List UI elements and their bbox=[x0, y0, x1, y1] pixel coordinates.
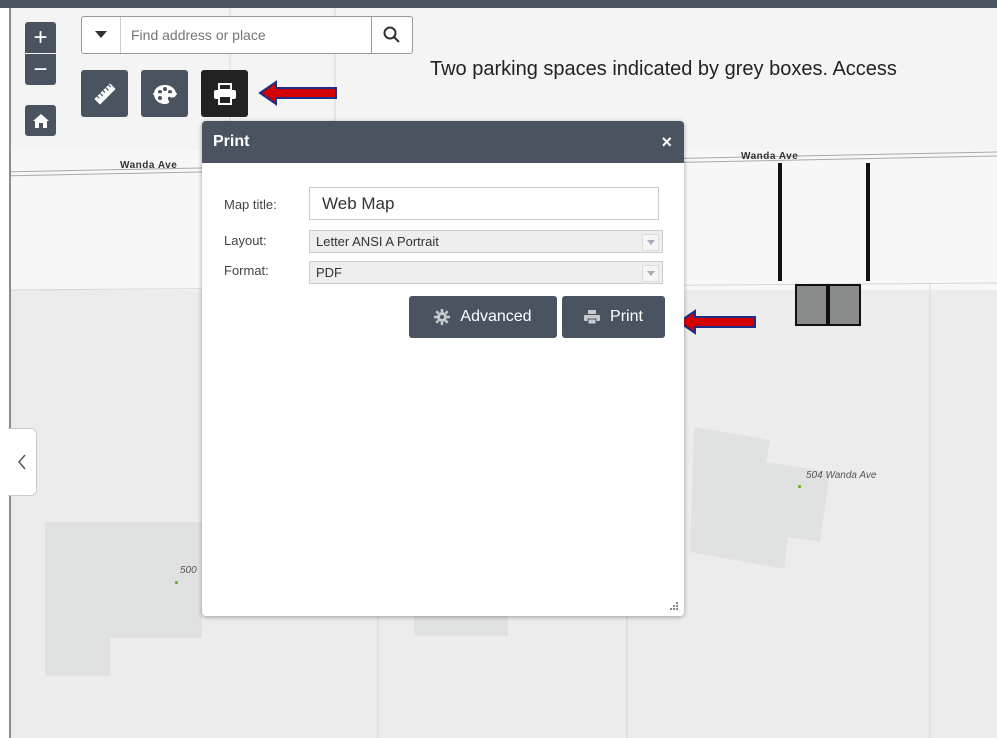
palette-icon bbox=[152, 84, 177, 104]
panel-title: Print bbox=[213, 133, 250, 150]
print-label: Print bbox=[610, 308, 643, 325]
street-label: Wanda Ave bbox=[120, 160, 178, 171]
map-annotation: Two parking spaces indicated by grey box… bbox=[430, 58, 897, 80]
print-tool-button[interactable] bbox=[201, 70, 248, 117]
caret-down-icon bbox=[646, 271, 655, 276]
map-title-label: Map title: bbox=[224, 197, 277, 212]
resize-grip-icon[interactable] bbox=[669, 601, 679, 611]
printer-icon bbox=[213, 82, 236, 105]
zoom-in-label: + bbox=[33, 23, 48, 51]
search-icon bbox=[383, 26, 400, 43]
layout-select[interactable]: Letter ANSI A Portrait bbox=[309, 230, 663, 253]
chevron-left-icon bbox=[18, 454, 26, 470]
side-panel-toggle[interactable] bbox=[8, 428, 37, 496]
select-arrow bbox=[642, 234, 659, 251]
search-box bbox=[81, 16, 413, 54]
close-button[interactable]: × bbox=[661, 132, 672, 153]
ruler-icon bbox=[93, 82, 116, 105]
gear-icon bbox=[434, 309, 451, 325]
caret-down-icon bbox=[646, 240, 655, 245]
print-button[interactable]: Print bbox=[562, 296, 665, 338]
zoom-out-button[interactable]: − bbox=[25, 54, 56, 85]
home-button[interactable] bbox=[25, 105, 56, 136]
address-point bbox=[175, 581, 178, 584]
print-panel: Print × Map title: Layout: Letter ANSI A… bbox=[202, 121, 684, 616]
zoom-in-button[interactable]: + bbox=[25, 22, 56, 53]
home-icon bbox=[32, 113, 49, 128]
advanced-label: Advanced bbox=[460, 308, 532, 325]
left-edge bbox=[0, 8, 11, 738]
format-select[interactable]: PDF bbox=[309, 261, 663, 284]
street-label: Wanda Ave bbox=[741, 151, 799, 162]
layout-label: Layout: bbox=[224, 233, 267, 248]
red-arrow-pointer bbox=[258, 80, 337, 106]
basemap-button[interactable] bbox=[141, 70, 188, 117]
print-panel-header: Print × bbox=[202, 121, 684, 163]
format-value: PDF bbox=[316, 265, 342, 280]
address-label: 500 bbox=[180, 565, 197, 576]
map-title-input[interactable] bbox=[309, 187, 659, 220]
top-bar bbox=[0, 0, 997, 8]
measure-button[interactable] bbox=[81, 70, 128, 117]
printer-icon bbox=[584, 310, 601, 324]
search-source-dropdown[interactable] bbox=[82, 17, 121, 53]
format-label: Format: bbox=[224, 263, 269, 278]
select-arrow bbox=[642, 265, 659, 282]
search-button[interactable] bbox=[371, 17, 412, 53]
red-arrow-pointer bbox=[677, 309, 756, 335]
map-view[interactable]: Wanda Ave Wanda Ave 504 Wanda Ave 500 Tw… bbox=[0, 0, 997, 738]
layout-value: Letter ANSI A Portrait bbox=[316, 234, 439, 249]
advanced-button[interactable]: Advanced bbox=[409, 296, 557, 338]
caret-down-icon bbox=[95, 31, 107, 38]
address-point bbox=[798, 485, 801, 488]
search-input[interactable] bbox=[121, 17, 371, 53]
address-label: 504 Wanda Ave bbox=[806, 470, 877, 481]
zoom-out-label: − bbox=[33, 55, 48, 83]
